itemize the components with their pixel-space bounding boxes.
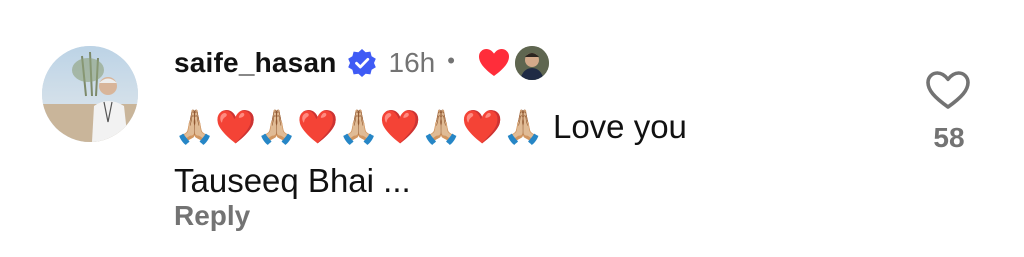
like-count: 58 [933, 122, 965, 153]
comment-header: saife_hasan 16h • [174, 40, 549, 86]
author-avatar [514, 46, 549, 80]
separator-dot: • [447, 48, 455, 73]
comment-item: saife_hasan 16h • 🙏🏼❤️🙏🏼❤️🙏🏼❤️🙏🏼❤️🙏🏼 Lov… [0, 0, 1024, 257]
heart-icon [477, 46, 511, 80]
commenter-avatar[interactable] [42, 46, 138, 142]
verified-badge-icon [347, 48, 377, 78]
heart-outline-icon[interactable] [924, 68, 972, 112]
reply-button[interactable]: Reply [174, 200, 250, 232]
comment-text: 🙏🏼❤️🙏🏼❤️🙏🏼❤️🙏🏼❤️🙏🏼 Love you Tauseeq Bhai… [174, 108, 687, 199]
username-link[interactable]: saife_hasan [174, 47, 337, 79]
comment-timestamp[interactable]: 16h [389, 47, 436, 79]
